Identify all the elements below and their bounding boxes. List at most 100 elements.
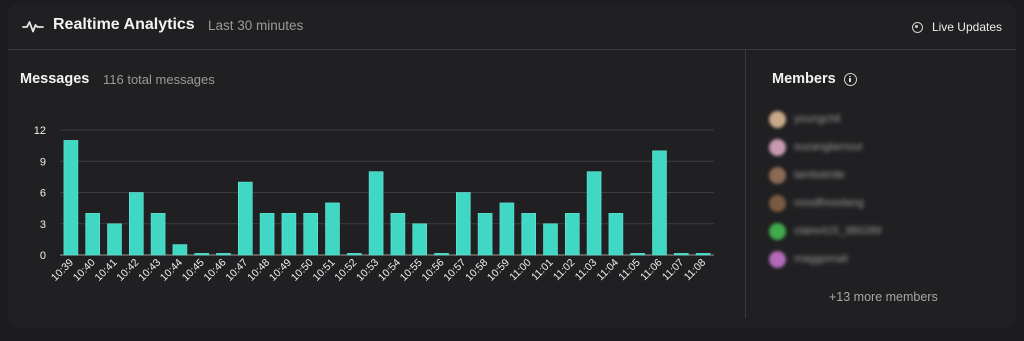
member-name: lambstride: [794, 169, 845, 181]
members-header: Members: [772, 71, 857, 87]
live-updates-label: Live Updates: [931, 20, 1002, 34]
bar: [303, 213, 319, 256]
y-tick-label: 3: [40, 219, 46, 231]
x-tick-label: 10:49: [267, 257, 294, 284]
avatar: [769, 222, 786, 240]
member-item[interactable]: maggomali: [769, 245, 999, 273]
x-tick-label: 10:50: [289, 257, 316, 284]
member-item[interactable]: suzanglamour: [769, 133, 999, 161]
x-tick-label: 10:56: [420, 257, 447, 284]
bar: [390, 213, 406, 256]
x-tick-label: 11:06: [638, 257, 665, 284]
x-tick-label: 10:58: [463, 257, 490, 284]
time-range-label: Last 30 minutes: [208, 18, 304, 33]
members-title: Members: [772, 71, 836, 87]
x-tick-label: 10:57: [441, 257, 468, 284]
more-members-link[interactable]: +13 more members: [829, 290, 938, 304]
x-tick-label: 11:07: [660, 257, 687, 284]
member-list: youngchil suzanglamour lambstride noodlhood…: [769, 105, 999, 273]
bar: [85, 213, 100, 256]
member-item[interactable]: lambstride: [769, 161, 999, 189]
member-name: youngchil: [794, 113, 841, 125]
x-tick-label: 10:42: [114, 257, 141, 284]
bar: [630, 253, 646, 256]
member-name: maggomali: [794, 253, 848, 265]
bar: [368, 171, 384, 256]
avatar: [769, 138, 786, 156]
x-tick-label: 11:03: [573, 257, 600, 284]
bar: [150, 213, 166, 256]
x-tick-label: 10:55: [398, 257, 425, 284]
bar: [216, 253, 231, 256]
x-tick-label: 10:48: [245, 257, 272, 284]
messages-title: Messages: [20, 71, 90, 87]
bar: [194, 253, 209, 256]
x-tick-label: 11:08: [682, 257, 709, 284]
bar: [499, 202, 515, 256]
bar: [259, 213, 275, 256]
x-tick-label: 10:39: [49, 257, 76, 284]
avatar: [769, 166, 786, 184]
member-item[interactable]: claire415_380289: [769, 217, 999, 245]
x-tick-label: 10:46: [202, 257, 229, 284]
bar: [129, 192, 144, 256]
bar: [586, 171, 602, 256]
bar: [238, 181, 253, 256]
realtime-analytics-panel: Realtime Analytics Last 30 minutes Live …: [8, 4, 1016, 328]
member-name: claire415_380289: [794, 225, 882, 237]
x-tick-label: 10:59: [485, 257, 512, 284]
y-tick-label: 6: [40, 188, 46, 200]
x-tick-label: 11:01: [529, 257, 556, 284]
x-tick-label: 10:54: [376, 257, 403, 284]
avatar: [769, 250, 786, 268]
bar: [608, 213, 624, 256]
live-updates-toggle[interactable]: Live Updates: [911, 17, 1002, 37]
bar: [107, 223, 122, 256]
bar: [652, 150, 667, 256]
avatar: [769, 194, 786, 212]
x-tick-label: 10:43: [136, 257, 163, 284]
x-tick-label: 10:41: [93, 257, 120, 284]
bar: [412, 223, 428, 256]
x-tick-label: 11:04: [595, 257, 622, 284]
bar: [695, 253, 711, 256]
bar: [434, 253, 449, 256]
bar: [543, 223, 558, 256]
panel-divider: [745, 50, 746, 318]
y-tick-label: 0: [40, 250, 46, 262]
member-item[interactable]: noodlhoodang: [769, 189, 999, 217]
y-tick-label: 9: [40, 156, 46, 168]
messages-count: 116 total messages: [103, 72, 215, 87]
info-icon[interactable]: [843, 72, 857, 86]
bar: [564, 213, 580, 256]
x-tick-label: 10:40: [71, 257, 98, 284]
x-tick-label: 11:02: [551, 257, 578, 284]
member-name: noodlhoodang: [794, 197, 864, 209]
x-tick-label: 10:51: [311, 257, 338, 284]
panel-header: Realtime Analytics Last 30 minutes Live …: [8, 4, 1016, 50]
bar: [172, 244, 188, 256]
bar: [673, 253, 689, 256]
x-tick-label: 10:44: [158, 257, 185, 284]
x-tick-label: 10:52: [332, 257, 359, 284]
app-title: Realtime Analytics: [53, 16, 195, 33]
x-tick-label: 10:47: [223, 257, 250, 284]
bar: [346, 253, 362, 256]
y-tick-label: 12: [34, 125, 46, 137]
bar: [521, 213, 537, 256]
x-tick-label: 11:05: [616, 257, 643, 284]
bar: [455, 192, 471, 256]
bar: [477, 213, 493, 256]
pulse-icon: [22, 21, 44, 33]
x-tick-label: 10:45: [180, 257, 207, 284]
member-name: suzanglamour: [794, 141, 864, 153]
bar: [325, 202, 340, 256]
bar: [63, 140, 79, 256]
member-item[interactable]: youngchil: [769, 105, 999, 133]
live-indicator-icon: [911, 21, 923, 33]
bar: [281, 213, 297, 256]
avatar: [769, 110, 786, 128]
x-tick-label: 11:00: [507, 257, 534, 284]
x-tick-label: 10:53: [354, 257, 381, 284]
messages-bar-chart: 03691210:3910:4010:4110:4210:4310:4410:4…: [34, 125, 714, 284]
